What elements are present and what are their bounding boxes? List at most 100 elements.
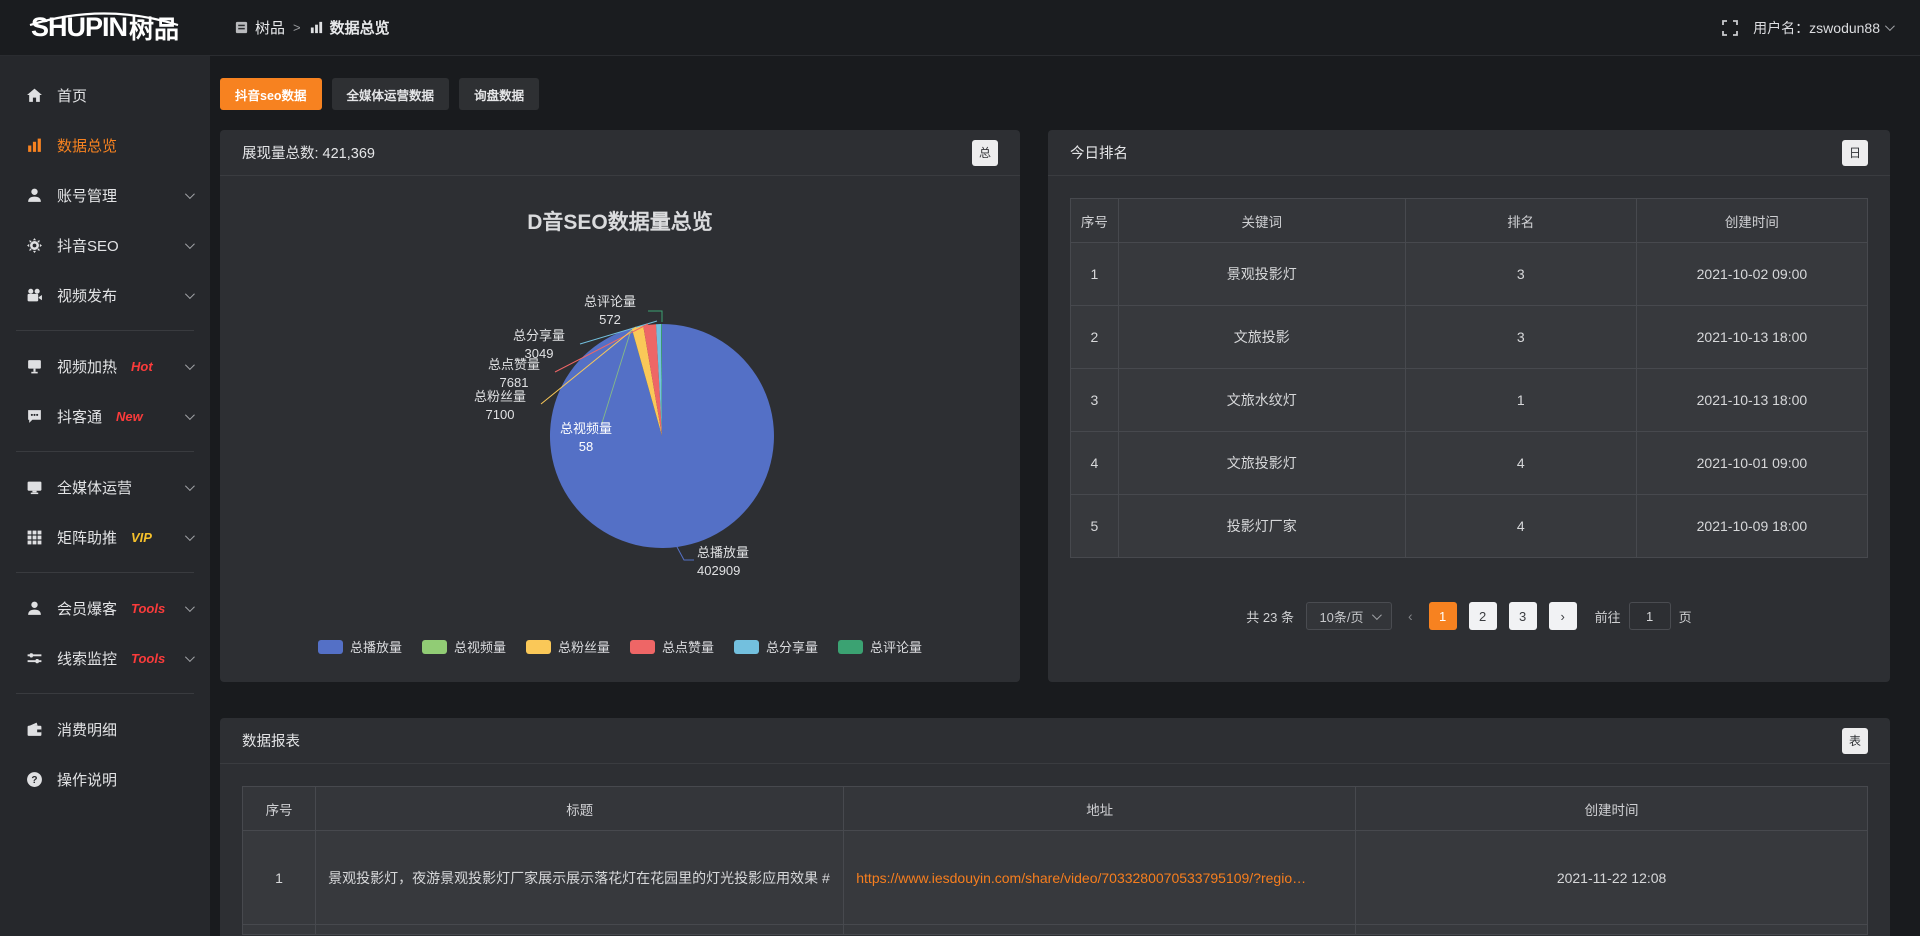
breadcrumb-separator: > — [293, 20, 301, 35]
sidebar-item-lead-monitor[interactable]: 线索监控 Tools — [0, 633, 210, 683]
page-button-1[interactable]: 1 — [1429, 602, 1457, 630]
pie-slice-share-count[interactable] — [656, 324, 662, 436]
prev-page-button[interactable]: ‹ — [1404, 608, 1417, 624]
cell-keyword: 文旅投影灯 — [1118, 432, 1405, 495]
legend-item-fans[interactable]: 总粉丝量 — [526, 637, 610, 656]
chevron-down-icon — [185, 189, 195, 199]
cell-time: 2021-11-22 12:08 — [1356, 831, 1868, 925]
col-no: 序号 — [1071, 199, 1119, 243]
gear-icon — [26, 237, 43, 254]
pie-label-name: 总评论量 — [568, 293, 652, 311]
table-row[interactable]: 1 景观投影灯 3 2021-10-02 09:00 — [1071, 243, 1868, 306]
tab-inquiry-data[interactable]: 询盘数据 — [459, 78, 539, 110]
pie-label-fans: 总粉丝量 7100 — [458, 388, 542, 424]
total-toggle-button[interactable]: 总 — [972, 140, 998, 166]
legend-label: 总评论量 — [870, 637, 922, 656]
sidebar-item-data-overview[interactable]: 数据总览 — [0, 120, 210, 170]
sidebar-item-label: 线索监控 — [57, 648, 117, 669]
vip-badge: VIP — [131, 530, 152, 545]
pagination: 共 23 条 10条/页 ‹ 1 2 3 › 前往 — [1070, 602, 1868, 630]
brand-logo[interactable]: SHUPIN 树品 — [0, 10, 210, 46]
chat-icon — [26, 408, 43, 425]
sidebar-divider — [16, 451, 194, 452]
sidebar-divider — [16, 693, 194, 694]
tab-douyin-seo-data[interactable]: 抖音seo数据 — [220, 78, 322, 110]
sidebar-item-label: 视频加热 — [57, 356, 117, 377]
fullscreen-icon[interactable] — [1721, 19, 1739, 37]
breadcrumb-root[interactable]: 树品 — [234, 17, 285, 38]
sidebar-item-label: 数据总览 — [57, 135, 117, 156]
tab-media-operation-data[interactable]: 全媒体运营数据 — [332, 78, 450, 110]
day-toggle-button[interactable]: 日 — [1842, 140, 1868, 166]
next-page-button[interactable]: › — [1549, 602, 1577, 630]
page-size-select[interactable]: 10条/页 — [1306, 602, 1392, 630]
cell-rank: 3 — [1405, 306, 1636, 369]
hot-badge: Hot — [131, 359, 153, 374]
table-row[interactable]: 3 文旅水纹灯 1 2021-10-13 18:00 — [1071, 369, 1868, 432]
member-icon — [26, 600, 43, 617]
report-panel-title: 数据报表 — [242, 730, 300, 751]
sidebar-item-instructions[interactable]: ? 操作说明 — [0, 754, 210, 804]
legend-swatch — [630, 640, 655, 654]
sidebar-item-douyin-seo[interactable]: 抖音SEO — [0, 220, 210, 270]
table-toggle-button[interactable]: 表 — [1842, 728, 1868, 754]
user-icon — [26, 187, 43, 204]
cell-url — [844, 925, 1356, 935]
legend-swatch — [318, 640, 343, 654]
sidebar: 首页 数据总览 账号管理 抖音SEO 视频发布 — [0, 56, 210, 936]
impressions-chart-panel: 展现量总数: 421,369 总 D音SEO数据量总览 — [220, 130, 1020, 682]
cell-url-link[interactable]: https://www.iesdouyin.com/share/video/70… — [844, 831, 1356, 925]
bar-chart-icon — [26, 137, 43, 154]
table-row[interactable]: 1 景观投影灯，夜游景观投影灯厂家展示展示落花灯在花园里的灯光投影应用效果 # … — [243, 831, 1868, 925]
legend-item-share[interactable]: 总分享量 — [734, 637, 818, 656]
sidebar-item-doukertong[interactable]: 抖客通 New — [0, 391, 210, 441]
pie-label-name: 总粉丝量 — [458, 388, 542, 406]
username-label: 用户名：zswodun88 — [1753, 18, 1880, 38]
pie-slice-fans-count[interactable] — [632, 326, 662, 436]
legend-item-video[interactable]: 总视频量 — [422, 637, 506, 656]
chevron-down-icon — [185, 360, 195, 370]
col-keyword: 关键词 — [1118, 199, 1405, 243]
table-row[interactable]: 2 文旅投影 3 2021-10-13 18:00 — [1071, 306, 1868, 369]
col-rank: 排名 — [1405, 199, 1636, 243]
sidebar-item-member-burst[interactable]: 会员爆客 Tools — [0, 583, 210, 633]
chevron-down-icon — [185, 602, 195, 612]
legend-item-comment[interactable]: 总评论量 — [838, 637, 922, 656]
sidebar-item-home[interactable]: 首页 — [0, 70, 210, 120]
breadcrumb-current[interactable]: 数据总览 — [309, 17, 390, 38]
page-size-value: 10条/页 — [1319, 607, 1363, 626]
page-button-3[interactable]: 3 — [1509, 602, 1537, 630]
sidebar-item-account[interactable]: 账号管理 — [0, 170, 210, 220]
cell-title: 景观投影灯，夜游景观投影灯厂家展示展示落花灯在花园里的灯光投影应用效果 # — [316, 831, 844, 925]
cell-rank: 4 — [1405, 495, 1636, 558]
ranking-table: 序号 关键词 排名 创建时间 1 景观投影灯 3 — [1070, 198, 1868, 558]
sidebar-item-video-publish[interactable]: 视频发布 — [0, 270, 210, 320]
table-row[interactable]: 4 文旅投影灯 4 2021-10-01 09:00 — [1071, 432, 1868, 495]
panel-header: 今日排名 日 — [1048, 130, 1890, 176]
legend-swatch — [526, 640, 551, 654]
pie-slice-comment-count[interactable] — [661, 324, 662, 436]
data-source-tabs: 抖音seo数据 全媒体运营数据 询盘数据 — [220, 78, 1890, 110]
username-menu[interactable]: 用户名：zswodun88 — [1753, 18, 1892, 38]
sidebar-item-consumption[interactable]: 消费明细 — [0, 704, 210, 754]
legend-item-like[interactable]: 总点赞量 — [630, 637, 714, 656]
cell-keyword: 投影灯厂家 — [1118, 495, 1405, 558]
col-title: 标题 — [316, 787, 844, 831]
goto-page: 前往 页 — [1595, 602, 1692, 630]
sidebar-item-video-heat[interactable]: 视频加热 Hot — [0, 341, 210, 391]
cell-rank: 4 — [1405, 432, 1636, 495]
pie-slice-video-count[interactable] — [632, 328, 662, 436]
legend-item-play[interactable]: 总播放量 — [318, 637, 402, 656]
sidebar-item-media-operation[interactable]: 全媒体运营 — [0, 462, 210, 512]
cell-keyword: 文旅投影 — [1118, 306, 1405, 369]
video-camera-icon — [26, 287, 43, 304]
goto-page-input[interactable] — [1629, 602, 1671, 630]
sidebar-item-label: 抖音SEO — [57, 235, 119, 256]
cell-title — [316, 925, 844, 935]
page-button-2[interactable]: 2 — [1469, 602, 1497, 630]
report-table: 序号 标题 地址 创建时间 1 景观投影灯，夜游景观投影灯厂家展示展示落花灯在花… — [242, 786, 1868, 935]
table-row[interactable]: 5 投影灯厂家 4 2021-10-09 18:00 — [1071, 495, 1868, 558]
pie-slice-like-count[interactable] — [643, 324, 662, 436]
pie-label-value: 58 — [544, 438, 628, 456]
sidebar-item-matrix-boost[interactable]: 矩阵助推 VIP — [0, 512, 210, 562]
